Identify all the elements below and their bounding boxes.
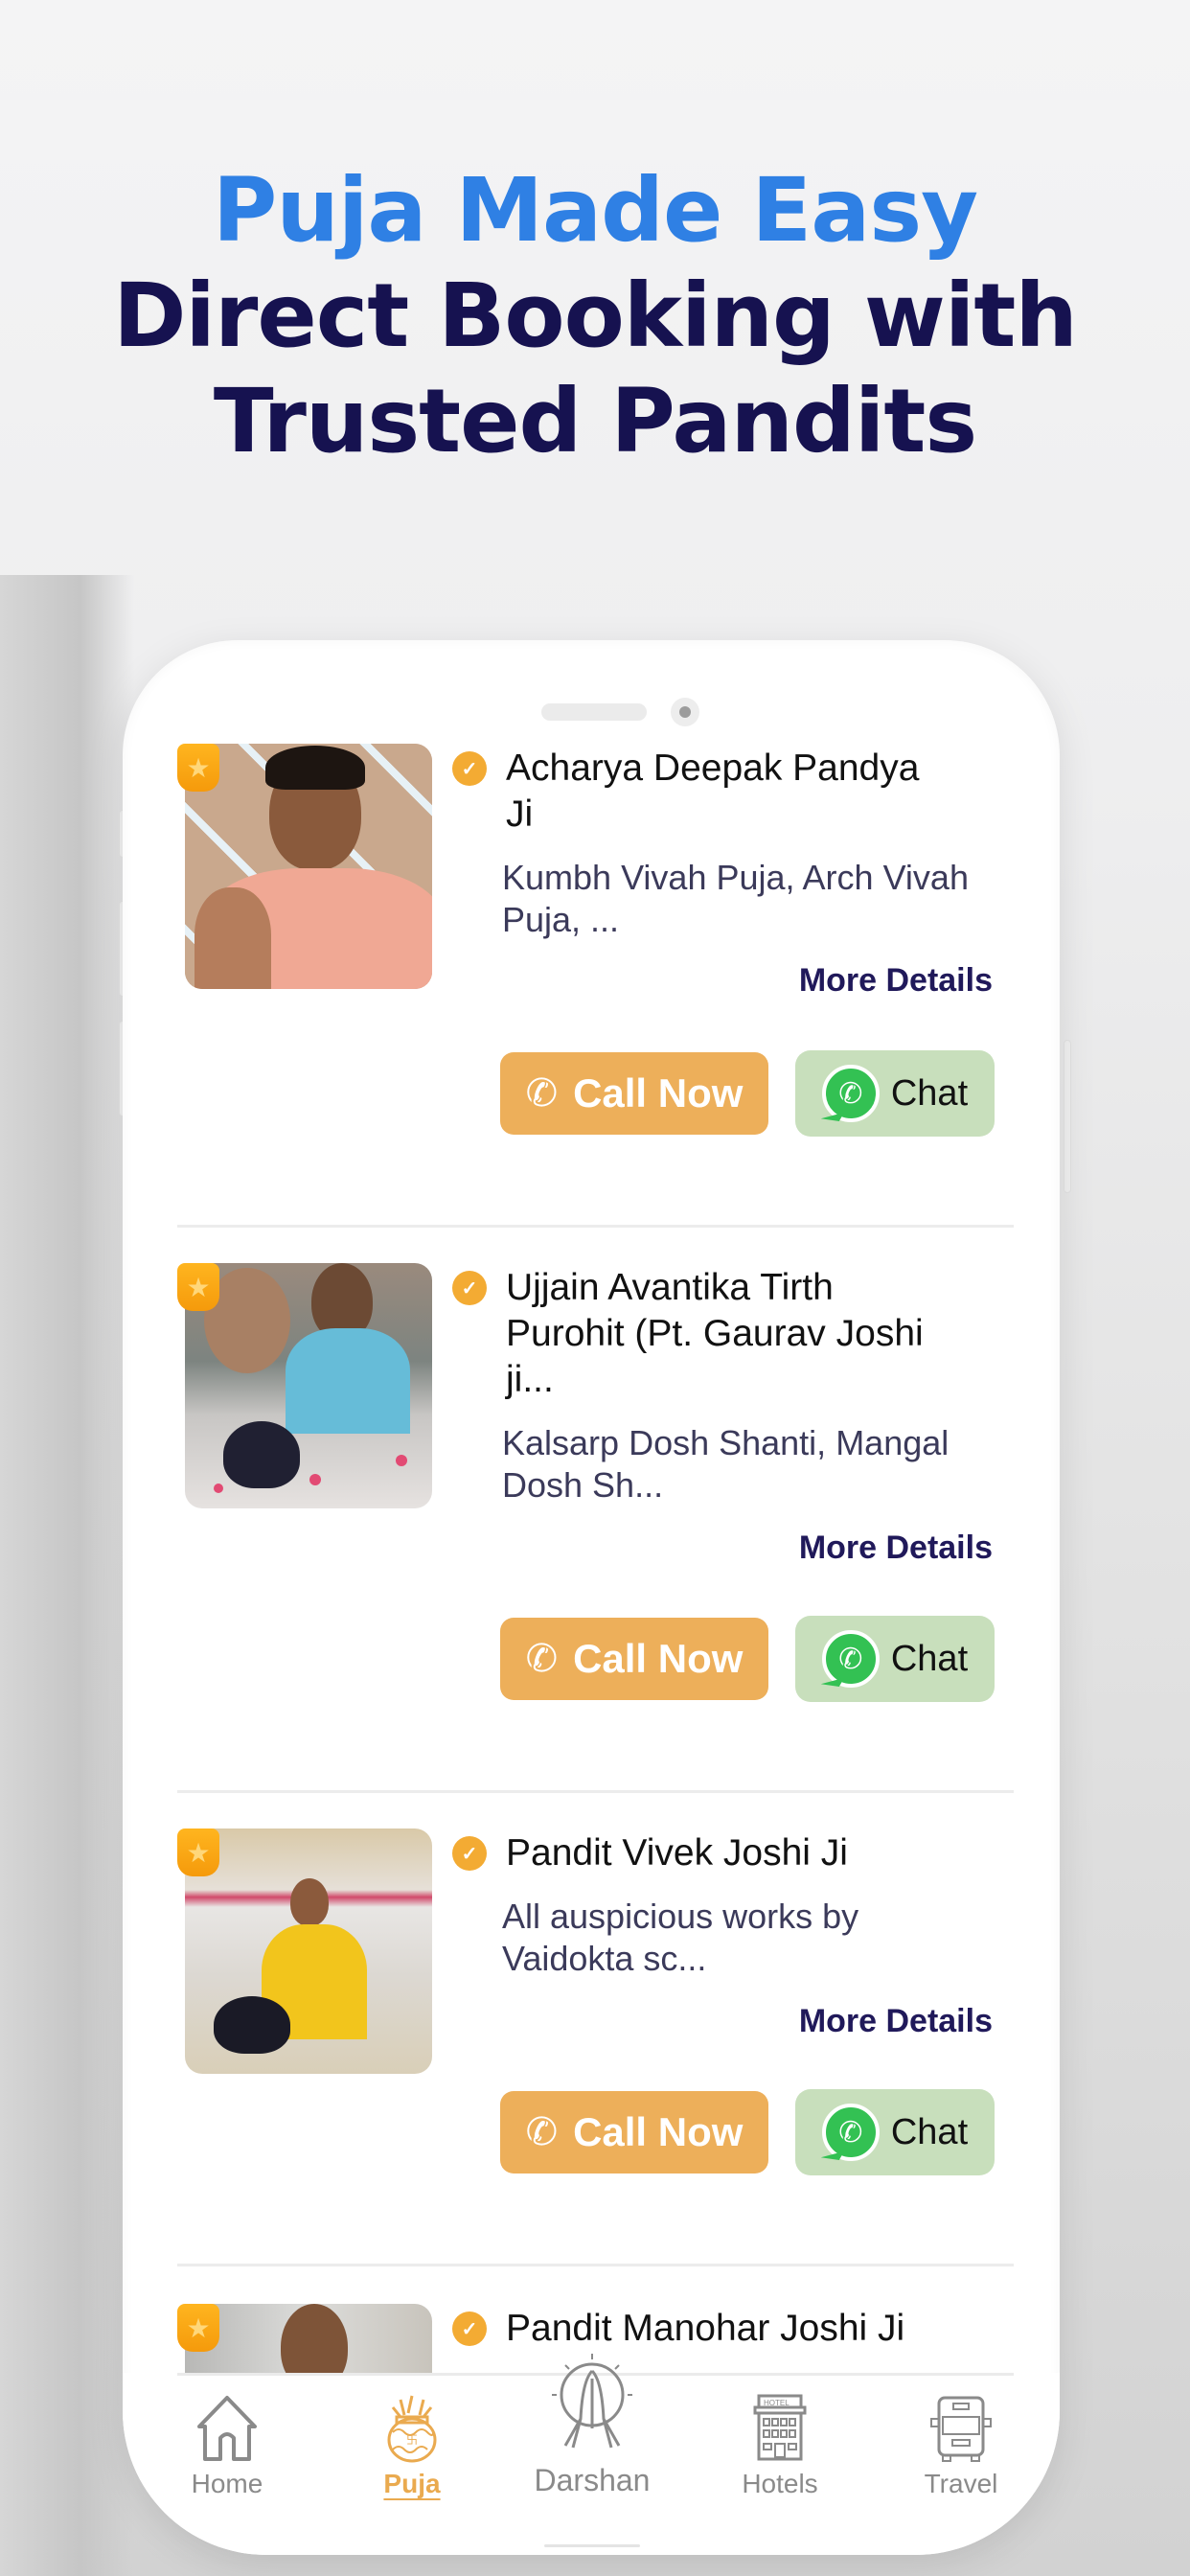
card-divider [177,1225,1014,1228]
nav-item-hotels[interactable]: HOTEL Hotels [703,2394,857,2499]
phone-icon: ✆ [525,1638,559,1680]
pandit-card[interactable]: ★ ✓ Acharya Deepak Pandya Ji Kumbh Vivah… [177,744,1014,1309]
headline-line-2: Direct Booking with [113,264,1078,367]
verified-check-icon: ✓ [452,2312,487,2346]
nav-label: Travel [924,2469,998,2498]
pandit-photo[interactable] [185,744,432,989]
phone-speaker [541,703,647,721]
phone-camera [671,698,699,726]
verified-check-icon: ✓ [452,1271,487,1305]
home-indicator [544,2544,640,2547]
home-icon [197,2396,257,2461]
verified-check-icon: ✓ [452,751,487,786]
headline-line-1: Puja Made Easy [212,159,978,262]
call-now-button[interactable]: ✆ Call Now [500,1618,768,1700]
pandit-photo[interactable] [185,1263,432,1508]
phone-icon: ✆ [525,2111,559,2153]
pandit-services: Kumbh Vivah Puja, Arch Vivah Puja, ... [502,858,969,939]
nav-label: Home [191,2469,263,2498]
call-now-label: Call Now [573,1636,744,1681]
verified-check-icon: ✓ [452,1836,487,1871]
nav-item-travel[interactable]: Travel [884,2394,1038,2499]
more-details-link[interactable]: More Details [799,2003,993,2040]
pandit-name: Pandit Manohar Joshi Ji [506,2308,905,2349]
promo-headline: Puja Made Easy Direct Booking with Trust… [0,158,1190,474]
whatsapp-icon: ✆ [821,1630,880,1688]
pandit-name: Pandit Vivek Joshi Ji [506,1832,848,1874]
star-badge-icon: ★ [177,744,219,792]
chat-label: Chat [890,1072,969,1114]
pandit-card[interactable]: ★ ✓ Ujjain Avantika Tirth Purohit (Pt. G… [177,1263,1014,1828]
phone-mockup: ★ ✓ Acharya Deepak Pandya Ji Kumbh Vivah… [123,640,1060,2555]
pandit-photo[interactable] [185,1828,432,2074]
star-badge-icon: ★ [177,1263,219,1311]
more-details-link[interactable]: More Details [799,1530,993,1567]
whatsapp-chat-button[interactable]: ✆ Chat [795,1616,995,1702]
phone-icon: ✆ [525,1072,559,1115]
phone-power-button [1064,1040,1071,1193]
nav-label: Puja [383,2469,441,2498]
card-divider [177,2264,1014,2266]
call-now-button[interactable]: ✆ Call Now [500,2091,768,2174]
whatsapp-icon: ✆ [821,2104,880,2161]
background-shade [0,575,134,2576]
pandit-name: Ujjain Avantika Tirth Purohit (Pt. Gaura… [506,1267,924,1400]
bus-icon [930,2396,992,2462]
call-now-label: Call Now [573,2109,744,2154]
whatsapp-chat-button[interactable]: ✆ Chat [795,2089,995,2175]
call-now-label: Call Now [573,1070,744,1116]
nav-item-darshan[interactable]: Darshan [515,2352,669,2498]
star-badge-icon: ★ [177,1828,219,1876]
nav-label: Darshan [534,2463,651,2497]
pandit-services: All auspicious works by Vaidokta sc... [502,1897,859,1978]
nav-item-puja[interactable]: 卐 Puja [335,2394,489,2499]
card-divider [177,1790,1014,1793]
svg-text:卐: 卐 [406,2433,418,2447]
hotel-building-icon: HOTEL [753,2394,807,2461]
pandit-services: Kalsarp Dosh Shanti, Mangal Dosh Sh... [502,1423,950,1505]
pandit-photo[interactable] [185,2304,432,2373]
kalash-icon: 卐 [387,2395,437,2463]
chat-label: Chat [890,1638,969,1679]
headline-line-3: Trusted Pandits [213,370,977,472]
whatsapp-chat-button[interactable]: ✆ Chat [795,1050,995,1137]
nav-item-home[interactable]: Home [150,2394,304,2499]
call-now-button[interactable]: ✆ Call Now [500,1052,768,1135]
nav-label: Hotels [742,2469,818,2498]
namaste-hands-icon [552,2354,632,2449]
chat-label: Chat [890,2111,969,2152]
more-details-link[interactable]: More Details [799,962,993,1000]
pandit-name: Acharya Deepak Pandya Ji [506,748,920,835]
star-badge-icon: ★ [177,2304,219,2352]
whatsapp-icon: ✆ [821,1065,880,1122]
bottom-navigation: Home 卐 Puja Darshan HOTEL Hotels Travel [123,2354,1060,2555]
